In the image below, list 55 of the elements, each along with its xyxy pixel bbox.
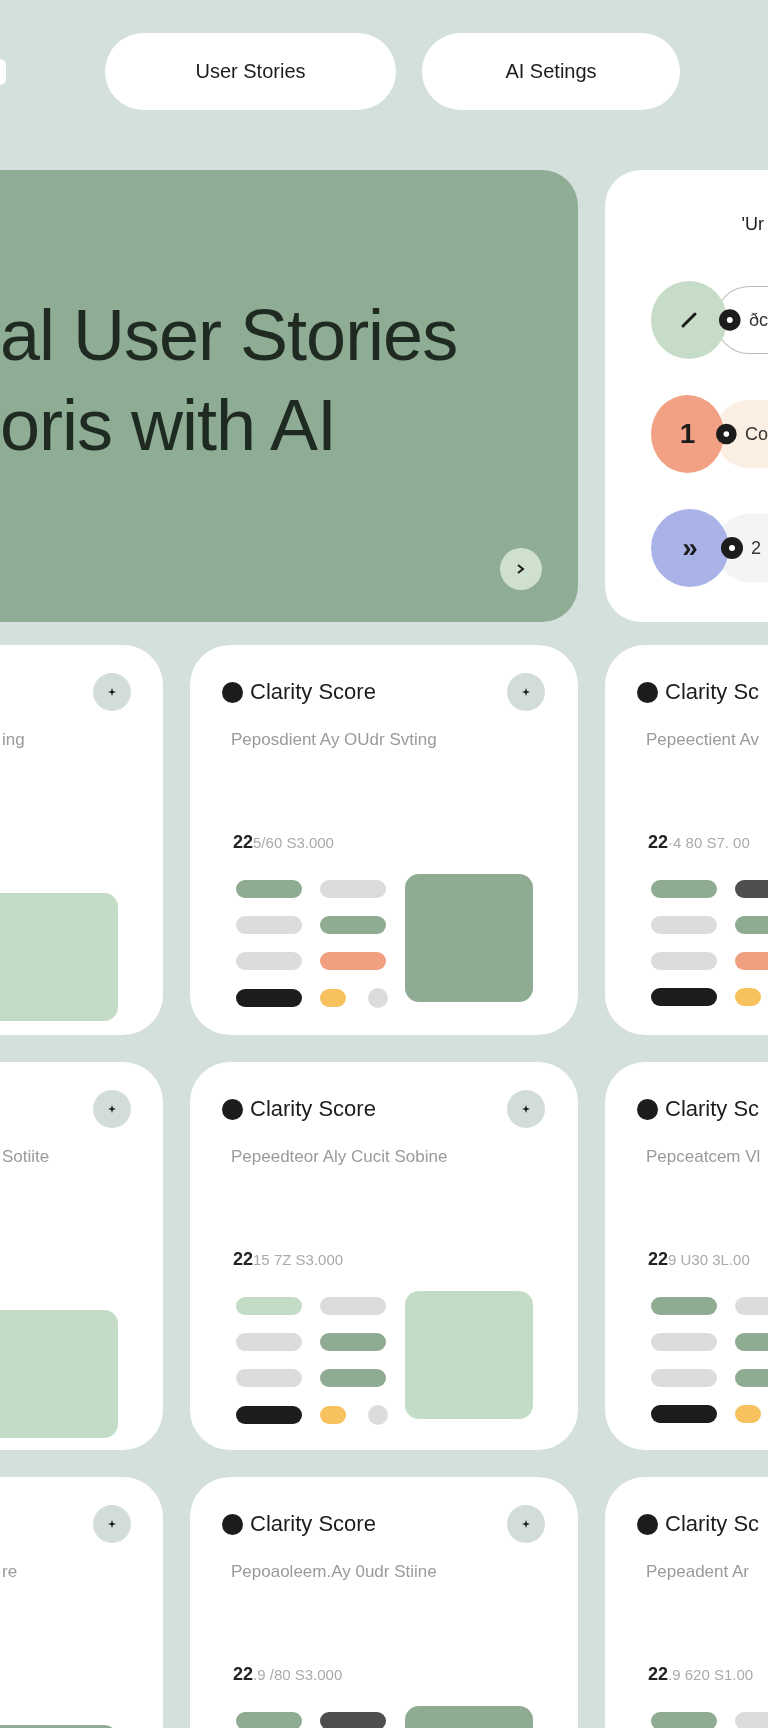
bullet-icon — [222, 1513, 243, 1535]
score-value: 22·4 80 S7. 00 — [648, 831, 751, 854]
card-subtitle: Pepeedteor Aly Cucit Sobine — [231, 1147, 449, 1167]
card-subtitle: re — [2, 1562, 19, 1582]
add-button[interactable] — [93, 1505, 131, 1543]
score-value: 229 U30 3L.00 — [648, 1248, 751, 1271]
bullet-icon — [637, 681, 658, 703]
sparkle-icon — [522, 1520, 530, 1528]
hero-title: al User Stories — [0, 294, 459, 377]
card-title: Clarity Sc — [665, 1511, 760, 1537]
card-title: Clarity Score — [250, 679, 376, 705]
card-title: Clarity Score — [250, 1096, 376, 1122]
card-subtitle: Sotiite — [2, 1147, 51, 1167]
card-subtitle: Peposdient Ay OUdr Svting — [231, 730, 438, 750]
add-button[interactable] — [93, 673, 131, 711]
step-text: ðc — [749, 309, 768, 331]
card-subtitle: Pepceatcem Vl — [646, 1147, 762, 1167]
add-button[interactable] — [507, 1505, 545, 1543]
dot-icon — [716, 423, 737, 445]
hero-title: oris with AI — [0, 384, 338, 467]
card-title: Clarity Score — [250, 1511, 376, 1537]
add-button[interactable] — [93, 1090, 131, 1128]
step-circle: 1 — [651, 395, 725, 473]
bullet-icon — [222, 1098, 243, 1120]
step-text: Co — [745, 423, 768, 445]
score-value: 22.9 /80 S3.000 — [233, 1663, 344, 1686]
add-button[interactable] — [507, 673, 545, 711]
card-title: Clarity Sc — [665, 1096, 760, 1122]
sparkle-icon — [522, 688, 530, 696]
sparkle-icon — [108, 1520, 116, 1528]
nav-button[interactable] — [0, 58, 6, 85]
add-button[interactable] — [507, 1090, 545, 1128]
score-value: 22.9 620 S1.00 — [648, 1663, 755, 1686]
panel-heading: 'Ur — [741, 214, 764, 236]
bullet-icon — [222, 681, 243, 703]
bullet-icon — [637, 1513, 658, 1535]
step-text: 2 — [751, 537, 761, 559]
card-subtitle: Pepoaoleem.Ay 0udr Stiine — [231, 1562, 438, 1582]
arrow-button[interactable] — [500, 548, 542, 590]
sparkle-icon — [522, 1105, 530, 1113]
step-circle: » — [651, 509, 729, 587]
dot-icon — [719, 309, 741, 331]
card-subtitle: Pepeadent Ar — [646, 1562, 751, 1582]
card-subtitle: Pepeectient Av — [646, 730, 761, 750]
sparkle-icon — [108, 1105, 116, 1113]
score-value: 225/60 S3.000 — [233, 831, 335, 854]
card-subtitle: ing — [2, 730, 26, 750]
dot-icon — [721, 537, 743, 559]
score-value: 2215 7Z S3.000 — [233, 1248, 345, 1271]
nav-button[interactable]: AI Setings — [422, 33, 680, 110]
pencil-icon — [680, 311, 699, 329]
sparkle-icon — [108, 688, 116, 696]
card-title: Clarity Sc — [665, 679, 760, 705]
bullet-icon — [637, 1098, 658, 1120]
nav-button[interactable]: User Stories — [105, 33, 396, 110]
